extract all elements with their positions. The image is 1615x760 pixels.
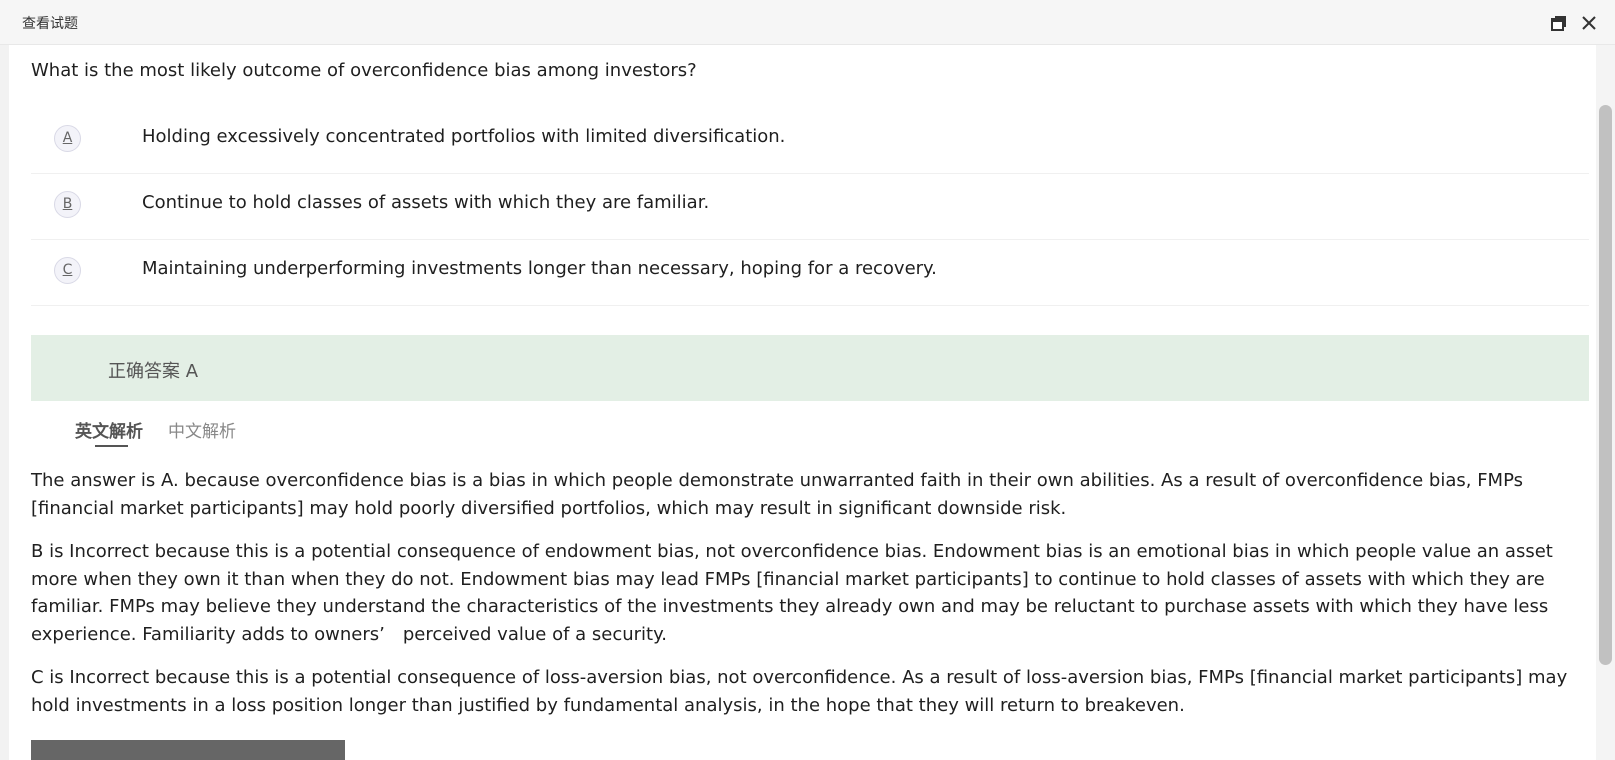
title-bar: 查看试题	[0, 0, 1615, 45]
option-a[interactable]: A Holding excessively concentrated portf…	[31, 109, 1589, 174]
option-c[interactable]: C Maintaining underperforming investment…	[31, 241, 1589, 306]
explanation-paragraph: B is Incorrect because this is a potenti…	[31, 541, 1553, 645]
option-letter: A	[54, 125, 81, 152]
question-panel: What is the most likely outcome of overc…	[0, 45, 1615, 760]
tab-english-explanation[interactable]: 英文解析	[75, 417, 143, 442]
option-letter: B	[54, 191, 81, 218]
option-text: Holding excessively concentrated portfol…	[142, 126, 786, 147]
explanation-paragraph: The answer is A. because overconfidence …	[31, 470, 1524, 519]
explanation-paragraph: C is Incorrect because this is a potenti…	[31, 667, 1568, 716]
correct-answer-label: 正确答案 A	[108, 361, 199, 382]
restore-window-icon[interactable]	[1550, 14, 1568, 32]
scrollbar-thumb[interactable]	[1599, 105, 1612, 665]
tab-chinese-explanation[interactable]: 中文解析	[168, 417, 236, 442]
option-text: Maintaining underperforming investments …	[142, 258, 937, 279]
explanation-body: The answer is A. because overconfidence …	[31, 467, 1591, 735]
bottom-button-partial[interactable]	[31, 740, 345, 760]
question-text: What is the most likely outcome of overc…	[31, 60, 697, 81]
window-title: 查看试题	[22, 16, 78, 32]
vertical-scrollbar[interactable]	[1596, 45, 1615, 760]
correct-answer-bar: 正确答案 A	[31, 335, 1589, 401]
left-rail	[0, 45, 9, 760]
close-icon[interactable]	[1580, 14, 1598, 32]
option-b[interactable]: B Continue to hold classes of assets wit…	[31, 175, 1589, 240]
option-letter: C	[54, 257, 81, 284]
option-text: Continue to hold classes of assets with …	[142, 192, 710, 213]
active-tab-indicator	[95, 445, 128, 447]
